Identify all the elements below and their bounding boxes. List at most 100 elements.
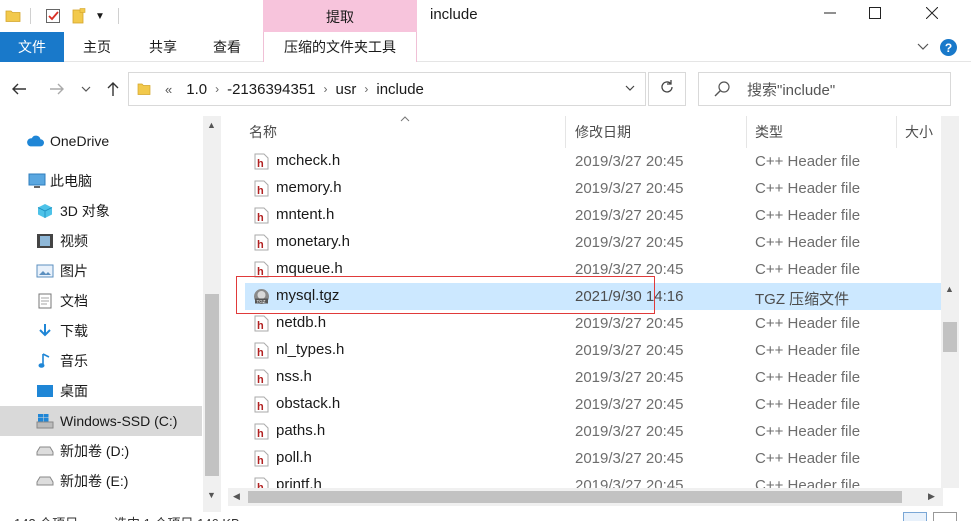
tab-file[interactable]: 文件: [0, 32, 64, 62]
sidebar-item-label: 音乐: [60, 353, 88, 369]
svg-text:h: h: [257, 239, 264, 251]
minimize-button[interactable]: [806, 0, 854, 30]
column-header-size[interactable]: 大小: [905, 116, 933, 148]
breadcrumb-usr[interactable]: usr: [336, 81, 357, 98]
large-icons-view-icon[interactable]: [933, 512, 957, 521]
sidebar-item-this-pc[interactable]: 此电脑: [0, 166, 202, 196]
scroll-up-arrow-icon[interactable]: ▲: [945, 284, 954, 294]
svg-text:h: h: [257, 428, 264, 440]
new-folder-icon[interactable]: [70, 6, 88, 26]
folder-icon: [137, 82, 151, 96]
file-row[interactable]: h nl_types.h 2019/3/27 20:45 C++ Header fil…: [245, 337, 942, 364]
breadcrumb-1-0[interactable]: 1.0: [186, 81, 207, 98]
file-row[interactable]: h memory.h 2019/3/27 20:45 C++ Header file: [245, 175, 942, 202]
sidebar-item-3d-objects[interactable]: 3D 对象: [0, 196, 202, 226]
sidebar-item-desktop[interactable]: 桌面: [0, 376, 202, 406]
file-row[interactable]: h monetary.h 2019/3/27 20:45 C++ Header fil…: [245, 229, 942, 256]
file-row[interactable]: h netdb.h 2019/3/27 20:45 C++ Header file: [245, 310, 942, 337]
file-name: mntent.h: [276, 206, 335, 223]
help-icon[interactable]: ?: [940, 39, 957, 56]
scroll-right-arrow-icon[interactable]: ▶: [928, 491, 935, 502]
breadcrumb-2136394351[interactable]: -2136394351: [227, 81, 315, 98]
column-divider[interactable]: [746, 116, 747, 148]
extract-context-label: 提取: [263, 0, 417, 34]
scrollbar-thumb[interactable]: [248, 491, 902, 503]
chevron-down-icon[interactable]: ▼: [94, 6, 106, 26]
file-row[interactable]: h poll.h 2019/3/27 20:45 C++ Header file: [245, 445, 942, 472]
breadcrumb-overflow[interactable]: «: [165, 82, 172, 97]
address-dropdown-chevron-icon[interactable]: [625, 83, 635, 94]
column-divider[interactable]: [896, 116, 897, 148]
file-type: C++ Header file: [755, 423, 861, 440]
file-row[interactable]: h mntent.h 2019/3/27 20:45 C++ Header file: [245, 202, 942, 229]
file-type: TGZ 压缩文件: [755, 291, 850, 308]
back-arrow-icon[interactable]: [8, 78, 30, 100]
sidebar-item-pictures[interactable]: 图片: [0, 256, 202, 286]
file-type: C++ Header file: [755, 342, 861, 359]
up-arrow-icon[interactable]: [102, 78, 124, 100]
sidebar-item-label: 文档: [60, 293, 88, 309]
file-modified-date: 2019/3/27 20:45: [575, 396, 684, 413]
sidebar-scrollbar[interactable]: ▲ ▼: [203, 116, 221, 512]
chevron-right-icon[interactable]: ›: [215, 82, 219, 96]
header-file-icon: h: [253, 180, 270, 197]
file-name: mqueue.h: [276, 260, 343, 277]
highlight-annotation-box: [236, 276, 655, 314]
file-row[interactable]: h mcheck.h 2019/3/27 20:45 C++ Header file: [245, 148, 942, 175]
folder-icon[interactable]: [4, 6, 22, 26]
column-header-type[interactable]: 类型: [755, 116, 783, 148]
file-type: C++ Header file: [755, 180, 861, 197]
expand-ribbon-chevron-icon[interactable]: [914, 38, 932, 56]
tab-home[interactable]: 主页: [66, 32, 128, 62]
file-row[interactable]: h paths.h 2019/3/27 20:45 C++ Header file: [245, 418, 942, 445]
column-header-modified[interactable]: 修改日期: [575, 116, 631, 148]
scroll-down-arrow-icon[interactable]: ▼: [207, 490, 216, 500]
address-bar[interactable]: « 1.0 › -2136394351 › usr › include: [128, 72, 646, 106]
recent-locations-chevron-icon[interactable]: [78, 78, 94, 100]
file-type: C++ Header file: [755, 369, 861, 386]
sidebar-item-drive-d[interactable]: 新加卷 (D:): [0, 436, 202, 466]
scrollbar-thumb[interactable]: [943, 322, 957, 352]
file-modified-date: 2019/3/27 20:45: [575, 342, 684, 359]
breadcrumb-include[interactable]: include: [376, 81, 424, 98]
close-button[interactable]: [908, 0, 956, 30]
sidebar-item-onedrive[interactable]: OneDrive: [0, 126, 202, 156]
maximize-button[interactable]: [851, 0, 899, 30]
scroll-up-arrow-icon[interactable]: ▲: [207, 120, 216, 130]
file-modified-date: 2019/3/27 20:45: [575, 369, 684, 386]
search-input[interactable]: 搜索"include": [698, 72, 951, 106]
file-row[interactable]: h obstack.h 2019/3/27 20:45 C++ Header file: [245, 391, 942, 418]
chevron-right-icon[interactable]: ›: [324, 82, 328, 96]
file-type: C++ Header file: [755, 315, 861, 332]
close-icon: [925, 6, 939, 24]
details-view-icon[interactable]: [903, 512, 927, 521]
sidebar-item-windows-ssd[interactable]: Windows-SSD (C:): [0, 406, 202, 436]
sort-ascending-icon: [400, 116, 410, 125]
sidebar-item-music[interactable]: 音乐: [0, 346, 202, 376]
file-row[interactable]: h nss.h 2019/3/27 20:45 C++ Header file: [245, 364, 942, 391]
file-modified-date: 2019/3/27 20:45: [575, 207, 684, 224]
file-name: monetary.h: [276, 233, 350, 250]
file-list-vertical-scrollbar[interactable]: ▲: [941, 116, 959, 488]
chevron-right-icon[interactable]: ›: [364, 82, 368, 96]
properties-icon[interactable]: [44, 6, 62, 26]
header-file-icon: h: [253, 396, 270, 413]
sidebar-item-drive-e[interactable]: 新加卷 (E:): [0, 466, 202, 496]
sidebar-item-downloads[interactable]: 下载: [0, 316, 202, 346]
selection-info: 选中 1 个项目 146 KB: [114, 513, 240, 521]
tab-view[interactable]: 查看: [196, 32, 258, 62]
tab-share[interactable]: 共享: [132, 32, 194, 62]
sidebar-item-documents[interactable]: 文档: [0, 286, 202, 316]
file-list-horizontal-scrollbar[interactable]: ◀ ▶: [228, 488, 943, 506]
scroll-left-arrow-icon[interactable]: ◀: [233, 491, 240, 502]
header-file-icon: h: [253, 450, 270, 467]
column-divider[interactable]: [565, 116, 566, 148]
svg-text:h: h: [257, 347, 264, 359]
status-bar: 143 个项目 选中 1 个项目 146 KB: [0, 510, 971, 521]
tab-compressed-folder-tools[interactable]: 压缩的文件夹工具: [263, 32, 417, 62]
scrollbar-thumb[interactable]: [205, 294, 219, 476]
sidebar-item-videos[interactable]: 视频: [0, 226, 202, 256]
forward-arrow-icon[interactable]: [46, 78, 68, 100]
refresh-button[interactable]: [648, 72, 686, 106]
column-header-name[interactable]: 名称: [249, 116, 277, 148]
